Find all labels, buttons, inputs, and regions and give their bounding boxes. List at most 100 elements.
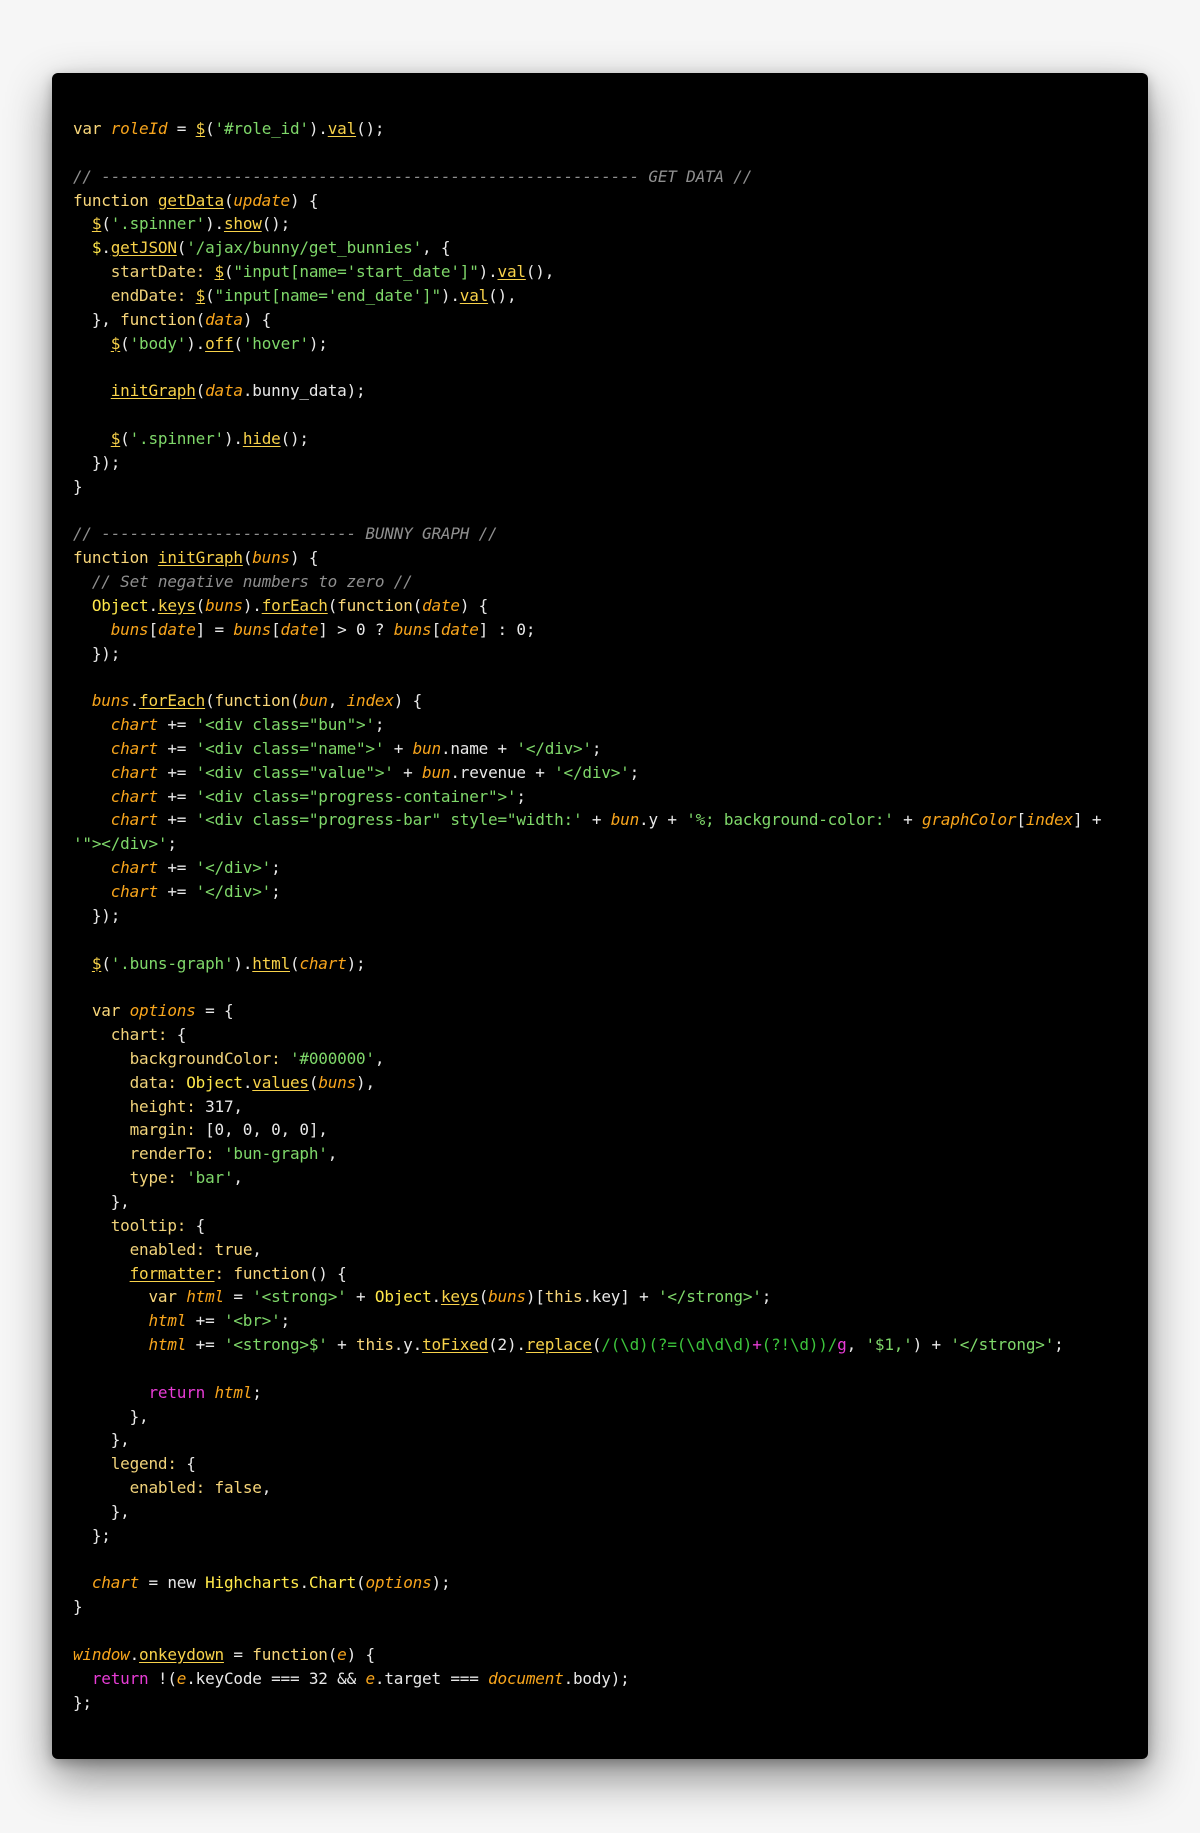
code-token: margin: bbox=[129, 1120, 206, 1140]
code-line: chart += '<div class="name">' + bun.name… bbox=[73, 737, 1138, 761]
code-token: return bbox=[148, 1382, 215, 1402]
code-line: enabled: true, bbox=[73, 1238, 1138, 1262]
code-token: chart bbox=[110, 882, 158, 901]
code-token: [0, 0, 0, 0], bbox=[205, 1120, 328, 1140]
code-token: '#000000' bbox=[289, 1048, 375, 1068]
code-token: update bbox=[233, 190, 290, 210]
code-token: '<div class="value">' bbox=[195, 762, 394, 782]
code-token: html bbox=[148, 1311, 187, 1331]
code-token: , bbox=[327, 1144, 338, 1164]
code-token: += bbox=[157, 762, 196, 782]
code-token: getData bbox=[157, 190, 224, 210]
code-token: '<strong>$' bbox=[223, 1335, 328, 1355]
code-token: (), bbox=[525, 262, 555, 282]
code-token: backgroundColor: bbox=[129, 1048, 290, 1068]
code-token: = bbox=[223, 1287, 253, 1307]
code-token: '<br>' bbox=[223, 1311, 281, 1331]
code-line: $('body').off('hover'); bbox=[73, 332, 1138, 356]
code-token: ); bbox=[431, 1573, 451, 1593]
code-token: , bbox=[846, 1335, 866, 1355]
code-token: ( bbox=[223, 262, 234, 282]
code-token: getJSON bbox=[110, 238, 177, 258]
code-token: ). bbox=[233, 953, 253, 973]
code-line: }; bbox=[73, 1524, 1138, 1548]
code-token: ; bbox=[271, 882, 281, 901]
code-token: !( bbox=[157, 1668, 177, 1688]
code-line: enabled: false, bbox=[73, 1476, 1138, 1500]
code-token: () { bbox=[308, 1263, 347, 1283]
code-token: // -------------------------------------… bbox=[73, 166, 753, 186]
code-token: bun bbox=[610, 810, 640, 830]
code-token: ( bbox=[195, 381, 206, 401]
code-token: tooltip: bbox=[110, 1215, 196, 1235]
code-token: '.buns-graph' bbox=[110, 953, 234, 973]
code-token: '</div>' bbox=[195, 858, 272, 878]
code-line: $('.spinner').hide(); bbox=[73, 427, 1138, 451]
code-token: ). bbox=[186, 333, 206, 353]
code-token: , bbox=[327, 691, 347, 711]
code-token: '<div class="progress-container">' bbox=[195, 786, 517, 806]
code-line: tooltip: { bbox=[73, 1214, 1138, 1238]
code-token: ; bbox=[516, 786, 526, 806]
code-token: '</strong>' bbox=[950, 1335, 1055, 1355]
code-token: ; bbox=[591, 738, 602, 758]
code-token: , bbox=[233, 1168, 243, 1188]
code-token: ). bbox=[242, 595, 262, 615]
code-token: '<div class="name">' bbox=[195, 738, 385, 758]
code-line: }); bbox=[73, 642, 1138, 666]
code-line: height: 317, bbox=[73, 1095, 1138, 1119]
code-token: }, bbox=[73, 309, 121, 329]
code-token: = bbox=[139, 1573, 168, 1593]
code-token: (), bbox=[488, 285, 517, 305]
code-token: ] = bbox=[195, 619, 234, 639]
code-token: bun bbox=[412, 738, 442, 758]
code-token: html bbox=[214, 1382, 253, 1402]
code-token: type: bbox=[129, 1168, 187, 1188]
code-token: ( bbox=[308, 1072, 319, 1092]
code-line: chart += '<div class="bun">'; bbox=[73, 713, 1138, 737]
code-line: // -------------------------------------… bbox=[73, 165, 1138, 189]
code-token: '%; background-color:' bbox=[686, 810, 894, 830]
code-token: '</div>' bbox=[516, 738, 592, 758]
code-line: Object.keys(buns).forEach(function(date)… bbox=[73, 594, 1138, 618]
code-token: bun bbox=[422, 762, 451, 782]
code-token: .target === bbox=[374, 1668, 489, 1688]
code-token: val bbox=[327, 119, 357, 138]
code-token: ( bbox=[120, 333, 130, 353]
code-line: window.onkeydown = function(e) { bbox=[73, 1643, 1138, 1667]
code-line: startDate: $("input[name='start_date']")… bbox=[73, 260, 1138, 284]
code-token: .key] + bbox=[582, 1287, 658, 1307]
code-line: endDate: $("input[name='end_date']").val… bbox=[73, 284, 1138, 308]
code-line: chart += '<div class="progress-bar" styl… bbox=[73, 808, 1138, 832]
code-token: += bbox=[157, 882, 196, 901]
code-token: , bbox=[261, 1478, 272, 1498]
code-token: chart bbox=[91, 1573, 140, 1593]
code-line: chart += '<div class="progress-container… bbox=[73, 785, 1138, 809]
code-token: index bbox=[1025, 810, 1073, 830]
code-token: data bbox=[205, 309, 243, 329]
code-token: function bbox=[214, 691, 291, 711]
code-token: enabled: bbox=[129, 1478, 215, 1498]
code-token: (); bbox=[280, 428, 310, 448]
code-token: $ bbox=[110, 428, 121, 448]
code-token: }); bbox=[73, 452, 121, 472]
code-line: '"></div>'; bbox=[73, 832, 1138, 856]
code-token: [ bbox=[431, 619, 441, 639]
code-token: $ bbox=[91, 214, 102, 234]
code-token: ( bbox=[120, 428, 130, 448]
code-token: buns bbox=[91, 691, 130, 711]
code-token: buns bbox=[205, 595, 243, 615]
code-token: buns bbox=[252, 548, 290, 568]
code-token: legend: bbox=[110, 1454, 187, 1474]
code-token: Chart bbox=[308, 1573, 357, 1593]
